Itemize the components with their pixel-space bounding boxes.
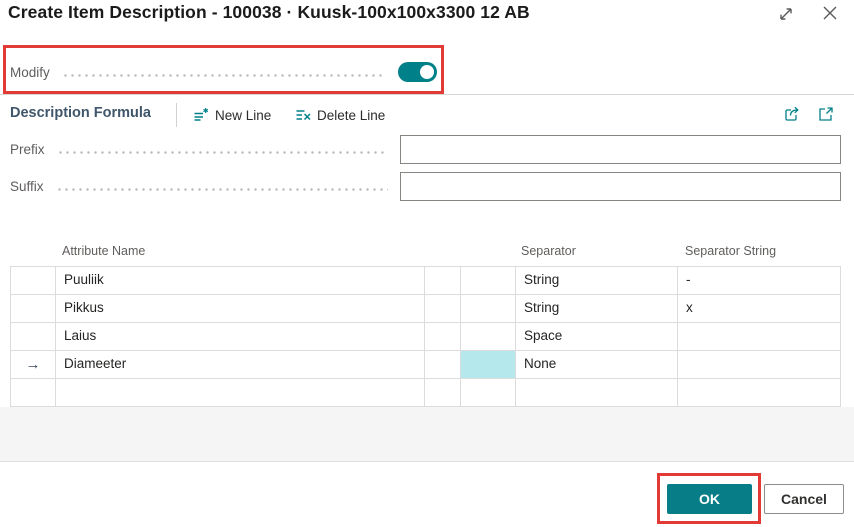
attributes-table: Puuliik String - Pikkus String x Laius S… [10,266,841,407]
cell-attribute-name[interactable]: Laius [56,323,425,351]
cell-attribute-name[interactable] [56,379,425,407]
cell-separator-string[interactable]: - [678,267,841,295]
selected-cell[interactable] [461,351,516,379]
cell-separator-string[interactable] [678,379,841,407]
cell-separator[interactable]: String [516,267,678,295]
row-selector[interactable] [11,323,56,351]
cell-separator-string[interactable] [678,323,841,351]
cell-spacer[interactable] [425,379,461,407]
row-selector[interactable] [11,379,56,407]
modify-label: Modify [10,64,50,80]
row-selector[interactable] [11,267,56,295]
cell-spacer[interactable] [425,323,461,351]
cell-attribute-name[interactable]: Puuliik [56,267,425,295]
modify-field-row: Modify [10,59,437,85]
section-divider [0,94,854,95]
cell-separator[interactable]: Space [516,323,678,351]
suffix-label: Suffix [10,178,44,194]
suffix-field-row: Suffix [10,171,841,201]
create-item-description-dialog: Create Item Description - 100038 · Kuusk… [0,0,854,527]
column-header-separator-string[interactable]: Separator String [685,244,776,258]
cell-attribute-name[interactable]: Pikkus [56,295,425,323]
cell-attribute-name[interactable]: Diameeter [56,351,425,379]
delete-line-icon [296,110,311,121]
new-line-label: New Line [215,107,272,123]
dotted-leader [61,73,386,77]
ok-button[interactable]: OK [667,484,752,514]
cell-separator[interactable]: None [516,351,678,379]
row-selector[interactable] [11,295,56,323]
cell-spacer[interactable] [425,295,461,323]
current-row-indicator[interactable]: → [11,351,56,379]
cell-spacer[interactable] [425,351,461,379]
expand-window-icon[interactable] [777,5,795,23]
cell-separator[interactable]: String [516,295,678,323]
cancel-button[interactable]: Cancel [764,484,844,514]
new-line-icon [194,108,209,121]
cell-spacer[interactable] [461,267,516,295]
cell-spacer[interactable] [461,295,516,323]
delete-line-label: Delete Line [317,107,386,123]
cell-spacer[interactable] [461,379,516,407]
content-footer-band [0,407,854,462]
column-header-attribute-name[interactable]: Attribute Name [62,244,145,258]
section-title: Description Formula [10,105,151,121]
new-line-button[interactable]: New Line [193,104,271,126]
cell-spacer[interactable] [461,323,516,351]
current-row-arrow-icon: → [25,356,41,373]
toggle-knob-icon [420,65,434,79]
modify-toggle[interactable] [398,62,437,82]
toolbar-divider [176,103,177,127]
close-icon[interactable] [820,3,840,23]
prefix-input[interactable] [400,134,841,164]
prefix-field-row: Prefix [10,134,841,164]
dotted-leader [55,187,388,191]
share-icon[interactable] [783,105,801,123]
delete-line-button[interactable]: Delete Line [295,104,385,126]
dotted-leader [56,150,388,154]
cell-separator-string[interactable] [678,351,841,379]
cell-separator[interactable] [516,379,678,407]
page-title: Create Item Description - 100038 · Kuusk… [8,2,530,22]
suffix-input[interactable] [400,171,841,201]
prefix-label: Prefix [10,141,45,157]
cell-spacer[interactable] [425,267,461,295]
cell-separator-string[interactable]: x [678,295,841,323]
column-header-separator[interactable]: Separator [521,244,576,258]
open-in-new-window-icon[interactable] [817,105,835,123]
